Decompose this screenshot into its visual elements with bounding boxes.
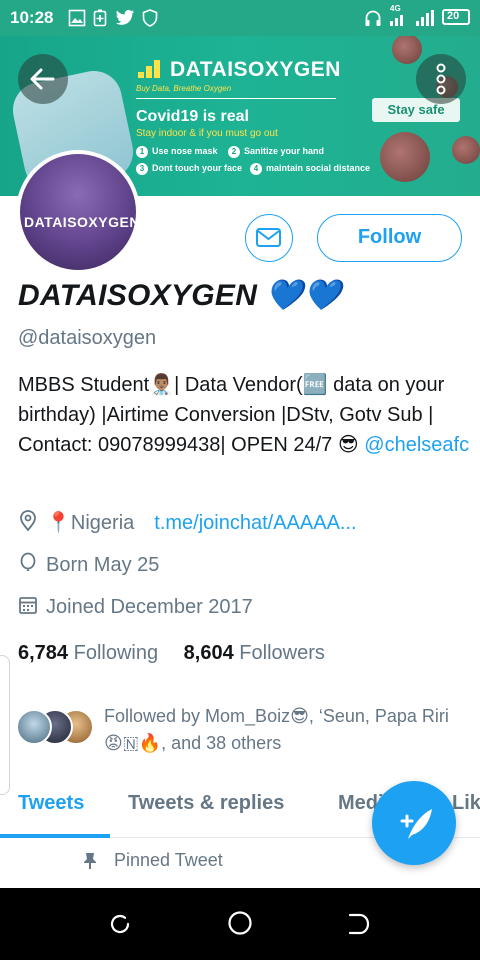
banner-divider <box>136 98 336 99</box>
headphones-icon <box>365 10 381 26</box>
battery-icon: 20 <box>442 9 470 25</box>
follow-button[interactable]: Follow <box>317 214 462 262</box>
status-time: 10:28 <box>10 8 54 27</box>
followed-by-text[interactable]: Followed by Mom_Boiz😎, ‘Seun, Papa Riri … <box>104 703 464 757</box>
balloon-icon <box>20 552 36 571</box>
back-button[interactable] <box>18 54 68 104</box>
brand-logo-icon <box>138 60 160 78</box>
joined-text: Joined December 2017 <box>46 596 253 618</box>
joined-row: Joined December 2017 <box>18 594 253 619</box>
banner-tip: 3 Dont touch your face <box>136 163 242 175</box>
tab-tweets-replies[interactable]: Tweets & replies <box>128 792 284 815</box>
back-nav-icon[interactable] <box>346 912 372 936</box>
follow-counts: 6,784 Following 8,604 Followers <box>18 642 325 665</box>
shield-icon <box>142 9 158 27</box>
location-row: 📍Nigeria t.me/joinchat/AAAAA... <box>18 510 357 535</box>
bio-mention-link[interactable]: @chelseafc <box>364 434 469 456</box>
status-bar: 10:28 4G 20 <box>0 0 480 36</box>
banner-subline: Stay indoor & if you must go out <box>136 128 278 139</box>
display-name: DATAISOXYGEN 💙💙 <box>18 279 342 312</box>
avatar-shirt-text: DATAISOXYGEN <box>24 214 136 230</box>
feather-plus-icon <box>400 809 432 839</box>
tab-likes[interactable]: Likes <box>452 792 480 815</box>
more-vertical-icon <box>436 63 446 95</box>
signal-icon <box>390 10 434 26</box>
location-text: 📍Nigeria <box>46 512 135 534</box>
calendar-icon <box>19 597 37 614</box>
birthday-row: Born May 25 <box>18 552 159 577</box>
active-tab-indicator <box>0 834 110 838</box>
android-nav-bar <box>0 888 480 960</box>
profile-bio: MBBS Student👨🏽‍⚕️| Data Vendor(🆓 data on… <box>18 370 473 460</box>
avatar-image: DATAISOXYGEN <box>20 154 136 270</box>
following-count: 6,784 <box>18 642 69 664</box>
following-stat[interactable]: 6,784 Following <box>18 642 158 664</box>
tab-tweets[interactable]: Tweets <box>18 792 84 815</box>
banner-tip: 4 maintain social distance <box>250 163 370 175</box>
battery-saver-icon <box>93 9 107 27</box>
followers-stat[interactable]: 8,604 Followers <box>184 642 325 664</box>
banner-headline: Covid19 is real <box>136 108 249 125</box>
back-arrow-icon <box>30 68 55 90</box>
compose-tweet-button[interactable] <box>372 781 456 865</box>
location-pin-icon <box>20 510 36 532</box>
gallery-icon <box>68 9 86 27</box>
home-icon[interactable] <box>227 910 253 936</box>
follower-avatar <box>16 709 52 745</box>
battery-level: 20 <box>447 10 460 22</box>
message-button[interactable] <box>245 214 293 262</box>
followers-count: 8,604 <box>183 642 234 664</box>
recents-icon[interactable] <box>108 912 132 936</box>
pinned-tweet-label: Pinned Tweet <box>114 850 223 870</box>
followers-label: Followers <box>239 642 325 664</box>
profile-handle: @dataisoxygen <box>18 327 157 349</box>
mail-icon <box>256 228 281 247</box>
edge-handle[interactable] <box>0 655 10 795</box>
banner-tagline: Buy Data, Breathe Oxygen <box>136 84 232 93</box>
avatar[interactable]: DATAISOXYGEN <box>16 150 140 274</box>
pin-icon <box>84 853 96 869</box>
banner-brand: DATAISOXYGEN <box>170 58 341 81</box>
banner-tip: 1 Use nose mask <box>136 146 218 158</box>
birthday-text: Born May 25 <box>46 554 160 576</box>
more-options-button[interactable] <box>416 54 466 104</box>
following-label: Following <box>73 642 159 664</box>
twitter-icon <box>115 9 135 25</box>
website-link[interactable]: t.me/joinchat/AAAAA... <box>154 512 356 534</box>
banner-tip: 2 Sanitize your hand <box>228 146 324 158</box>
